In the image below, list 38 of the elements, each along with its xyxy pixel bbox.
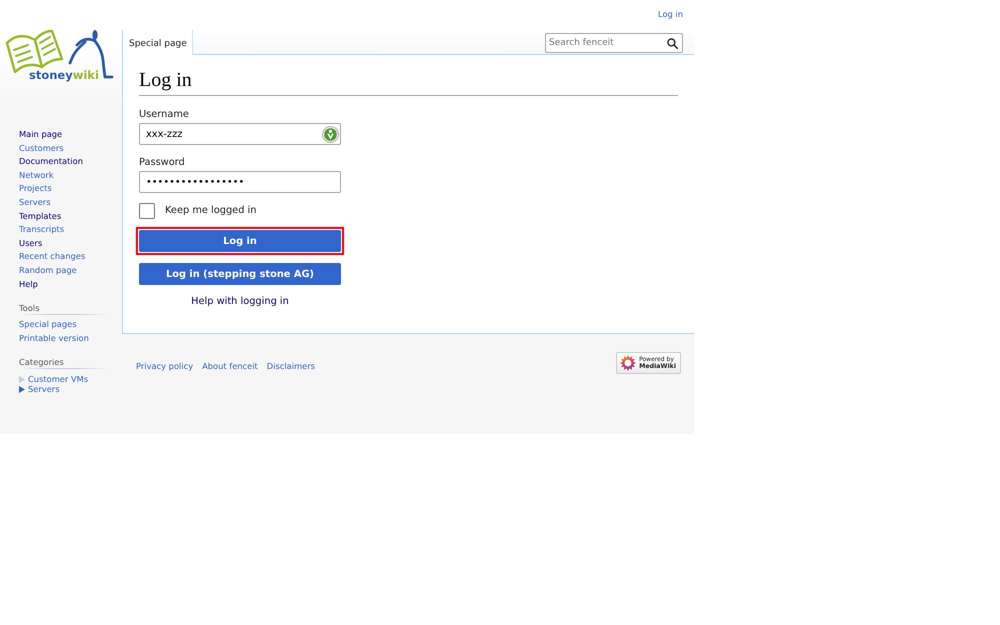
sidebar-link[interactable]: Transcripts	[19, 224, 64, 234]
field-label: Username	[139, 109, 190, 121]
page-title: Log in	[139, 67, 678, 96]
footer-link[interactable]: Disclaimers	[266, 361, 315, 371]
site-logo[interactable]: stoneywiki	[5, 28, 115, 82]
sidebar-link[interactable]: Customers	[19, 142, 64, 153]
caret-icon[interactable]	[19, 386, 25, 393]
sidebar-heading: Categories	[19, 356, 109, 370]
sidebar-link[interactable]: Network	[19, 170, 54, 180]
checkbox-label: Keep me logged in	[165, 205, 256, 217]
sidebar-heading: Tools	[19, 302, 109, 316]
category-link[interactable]: Customer VMs	[28, 374, 88, 384]
checkbox[interactable]	[139, 203, 155, 219]
footer-link[interactable]: Privacy policy	[136, 361, 194, 371]
sidebar-link[interactable]: Main page	[19, 129, 62, 139]
sidebar-link[interactable]: Users	[19, 238, 42, 248]
sidebar-link[interactable]: Templates	[19, 210, 62, 221]
login-button[interactable]: Log in (stepping stone AG)	[139, 263, 341, 285]
sidebar-link[interactable]: Projects	[19, 183, 52, 194]
field-label: Password	[139, 157, 186, 169]
category-link[interactable]: Servers	[28, 384, 60, 394]
sidebar-link[interactable]: Random page	[19, 264, 77, 275]
sidebar-link[interactable]: Documentation	[19, 156, 83, 166]
sidebar-link[interactable]: Special pages	[19, 319, 77, 330]
search-icon[interactable]	[667, 38, 678, 48]
search-field[interactable]: Search fenceit	[545, 33, 683, 53]
login-button[interactable]: Log in	[139, 230, 341, 252]
help-link[interactable]: Help with logging in	[191, 296, 289, 307]
sidebar-link[interactable]: Help	[19, 278, 38, 289]
sidebar-link[interactable]: Servers	[19, 196, 51, 207]
user-badge-icon[interactable]	[322, 126, 339, 142]
login-link[interactable]: Log in	[658, 8, 683, 20]
input-field[interactable]: •••••••••••••••••	[139, 171, 341, 193]
flower-icon	[620, 355, 636, 371]
sidebar-link[interactable]: Recent changes	[19, 251, 86, 262]
sidebar-link[interactable]: Printable version	[19, 332, 89, 343]
input-field[interactable]: xxx-zzz	[139, 123, 341, 145]
footer-link[interactable]: About fenceit	[202, 361, 258, 371]
